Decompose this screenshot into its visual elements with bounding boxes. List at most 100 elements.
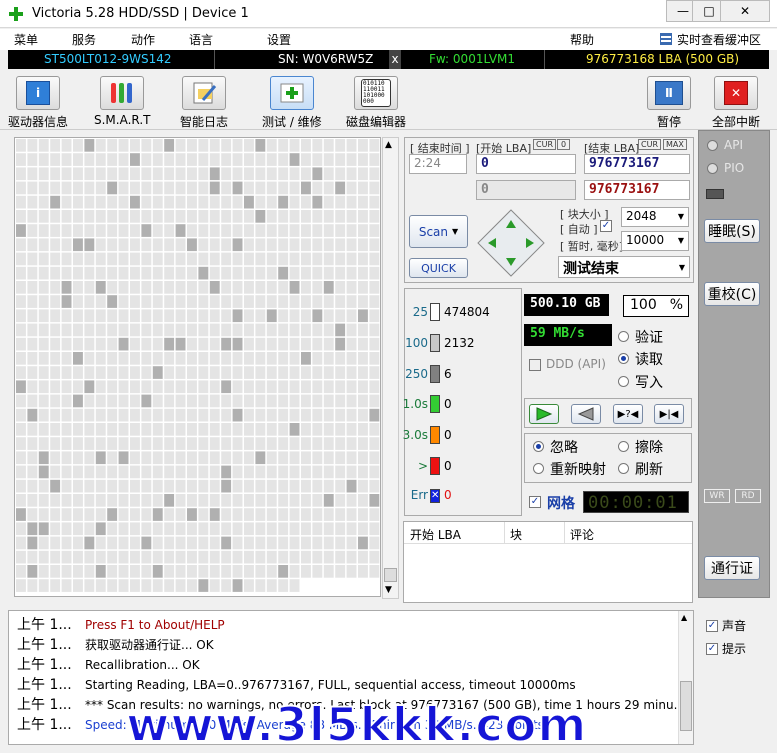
menu-settings[interactable]: 设置 (267, 31, 291, 48)
hints-checkbox[interactable]: ✓ (706, 643, 718, 655)
passport-button[interactable]: 通行证 (704, 556, 760, 580)
erase-radio[interactable] (618, 441, 629, 452)
surface-block (152, 522, 163, 536)
write-radio[interactable] (618, 376, 629, 387)
sound-label: 声音 (722, 619, 747, 633)
log-scroll-thumb[interactable] (680, 681, 692, 731)
buffer-view-icon (660, 33, 672, 45)
block-size-select[interactable]: 2048 ▼ (621, 207, 689, 227)
surface-block (130, 579, 140, 592)
pause-button[interactable]: Ⅱ 暂停 (647, 76, 691, 130)
menu-help[interactable]: 帮助 (570, 31, 594, 48)
surface-block (16, 266, 26, 280)
read-radio[interactable] (618, 353, 629, 364)
sleep-button[interactable]: 睡眠(S) (704, 219, 760, 243)
surface-block (244, 195, 254, 209)
scan-button[interactable]: Scan ▼ (409, 215, 468, 248)
surface-block (323, 437, 334, 450)
play-button[interactable] (529, 404, 559, 424)
surface-block (289, 281, 300, 294)
surface-block (50, 323, 61, 337)
surface-block (107, 380, 118, 394)
end-lba-input[interactable]: 976773167 (584, 154, 690, 174)
surface-block (323, 309, 334, 323)
start-zero-button[interactable]: 0 (557, 139, 571, 150)
log-message: Recallibration... OK (85, 658, 200, 672)
surface-block (84, 366, 95, 379)
scroll-down-arrow-icon[interactable]: ▼ (385, 585, 392, 595)
sound-checkbox[interactable]: ✓ (706, 620, 718, 632)
surface-block (312, 281, 323, 294)
surface-block (50, 139, 61, 152)
test-status-select[interactable]: 测试结束 ▼ (558, 256, 690, 278)
api-radio[interactable] (707, 140, 718, 151)
surface-block (164, 465, 175, 479)
end-time-input[interactable]: 2:24 (409, 154, 467, 174)
stop-all-button[interactable]: ✕ 全部中断 (712, 76, 760, 130)
surface-block (358, 281, 368, 294)
auto-checkbox[interactable]: ✓ (600, 220, 612, 232)
grid-checkbox[interactable]: ✓ (529, 496, 541, 508)
scroll-up-arrow-icon[interactable]: ▲ (385, 140, 392, 150)
start-cur-button[interactable]: CUR (533, 139, 556, 150)
surface-block (289, 309, 300, 323)
menu-main[interactable]: 菜单 (14, 31, 38, 48)
surface-block (107, 181, 118, 195)
surface-block (335, 266, 346, 280)
menu-language[interactable]: 语言 (189, 31, 213, 48)
timeout-select[interactable]: 10000 ▼ (621, 231, 689, 251)
surface-block (335, 550, 346, 564)
surface-block (221, 494, 232, 507)
remap-label: 重新映射 (550, 462, 606, 478)
surface-block (209, 565, 220, 578)
surface-block (346, 153, 357, 166)
verify-radio[interactable] (618, 331, 629, 342)
ddd-checkbox[interactable] (529, 359, 541, 371)
menu-live-buffer[interactable]: 实时查看缓冲区 (677, 31, 761, 48)
end-max-button[interactable]: MAX (663, 139, 687, 150)
quick-button[interactable]: QUICK (409, 258, 468, 278)
skip-end-button[interactable]: ▶|◀ (654, 404, 684, 424)
eject-x-button[interactable]: x (389, 50, 401, 69)
smart-button[interactable]: S.M.A.R.T (94, 76, 150, 127)
col-comment[interactable]: 评论 (570, 526, 594, 543)
recalibrate-button[interactable]: 重校(C) (704, 282, 760, 306)
grid-scrollbar[interactable]: ▲ ▼ (382, 137, 399, 599)
reverse-button[interactable] (571, 404, 601, 424)
surface-block (107, 423, 118, 436)
surface-block (61, 224, 72, 237)
close-button[interactable]: ✕ (720, 0, 770, 22)
remap-radio[interactable] (533, 463, 544, 474)
surface-block (84, 536, 95, 550)
surface-block (50, 210, 61, 223)
ignore-radio[interactable] (533, 441, 544, 452)
surface-block (301, 437, 311, 450)
surface-block (289, 423, 300, 436)
col-start-lba[interactable]: 开始 LBA (410, 526, 461, 543)
scroll-up-arrow-icon[interactable]: ▲ (681, 613, 687, 622)
surface-block (278, 181, 289, 195)
log-scrollbar[interactable]: ▲ (678, 611, 693, 744)
surface-block (335, 536, 346, 550)
col-block[interactable]: 块 (510, 526, 522, 543)
surface-block (198, 352, 209, 365)
direction-pad-icon[interactable] (476, 208, 546, 278)
scroll-thumb[interactable] (384, 568, 397, 582)
surface-block (141, 252, 152, 266)
surface-block (289, 380, 300, 394)
surface-block (73, 536, 83, 550)
surface-block (289, 451, 300, 465)
refresh-radio[interactable] (618, 463, 629, 474)
surface-block (323, 195, 334, 209)
end-cur-button[interactable]: CUR (638, 139, 661, 150)
smart-log-button[interactable]: 智能日志 (180, 76, 228, 130)
start-lba-input[interactable]: 0 (476, 154, 576, 174)
skip-unknown-button[interactable]: ▶?◀ (613, 404, 643, 424)
surface-block (232, 451, 243, 465)
pio-radio[interactable] (707, 163, 718, 174)
drive-info-button[interactable]: i 驱动器信息 (8, 76, 68, 130)
disk-editor-button[interactable]: 010110 110011 101000 000 磁盘编辑器 (346, 76, 406, 130)
menu-action[interactable]: 动作 (131, 31, 155, 48)
menu-service[interactable]: 服务 (72, 31, 96, 48)
test-repair-button[interactable]: 测试 / 维修 (262, 76, 322, 130)
